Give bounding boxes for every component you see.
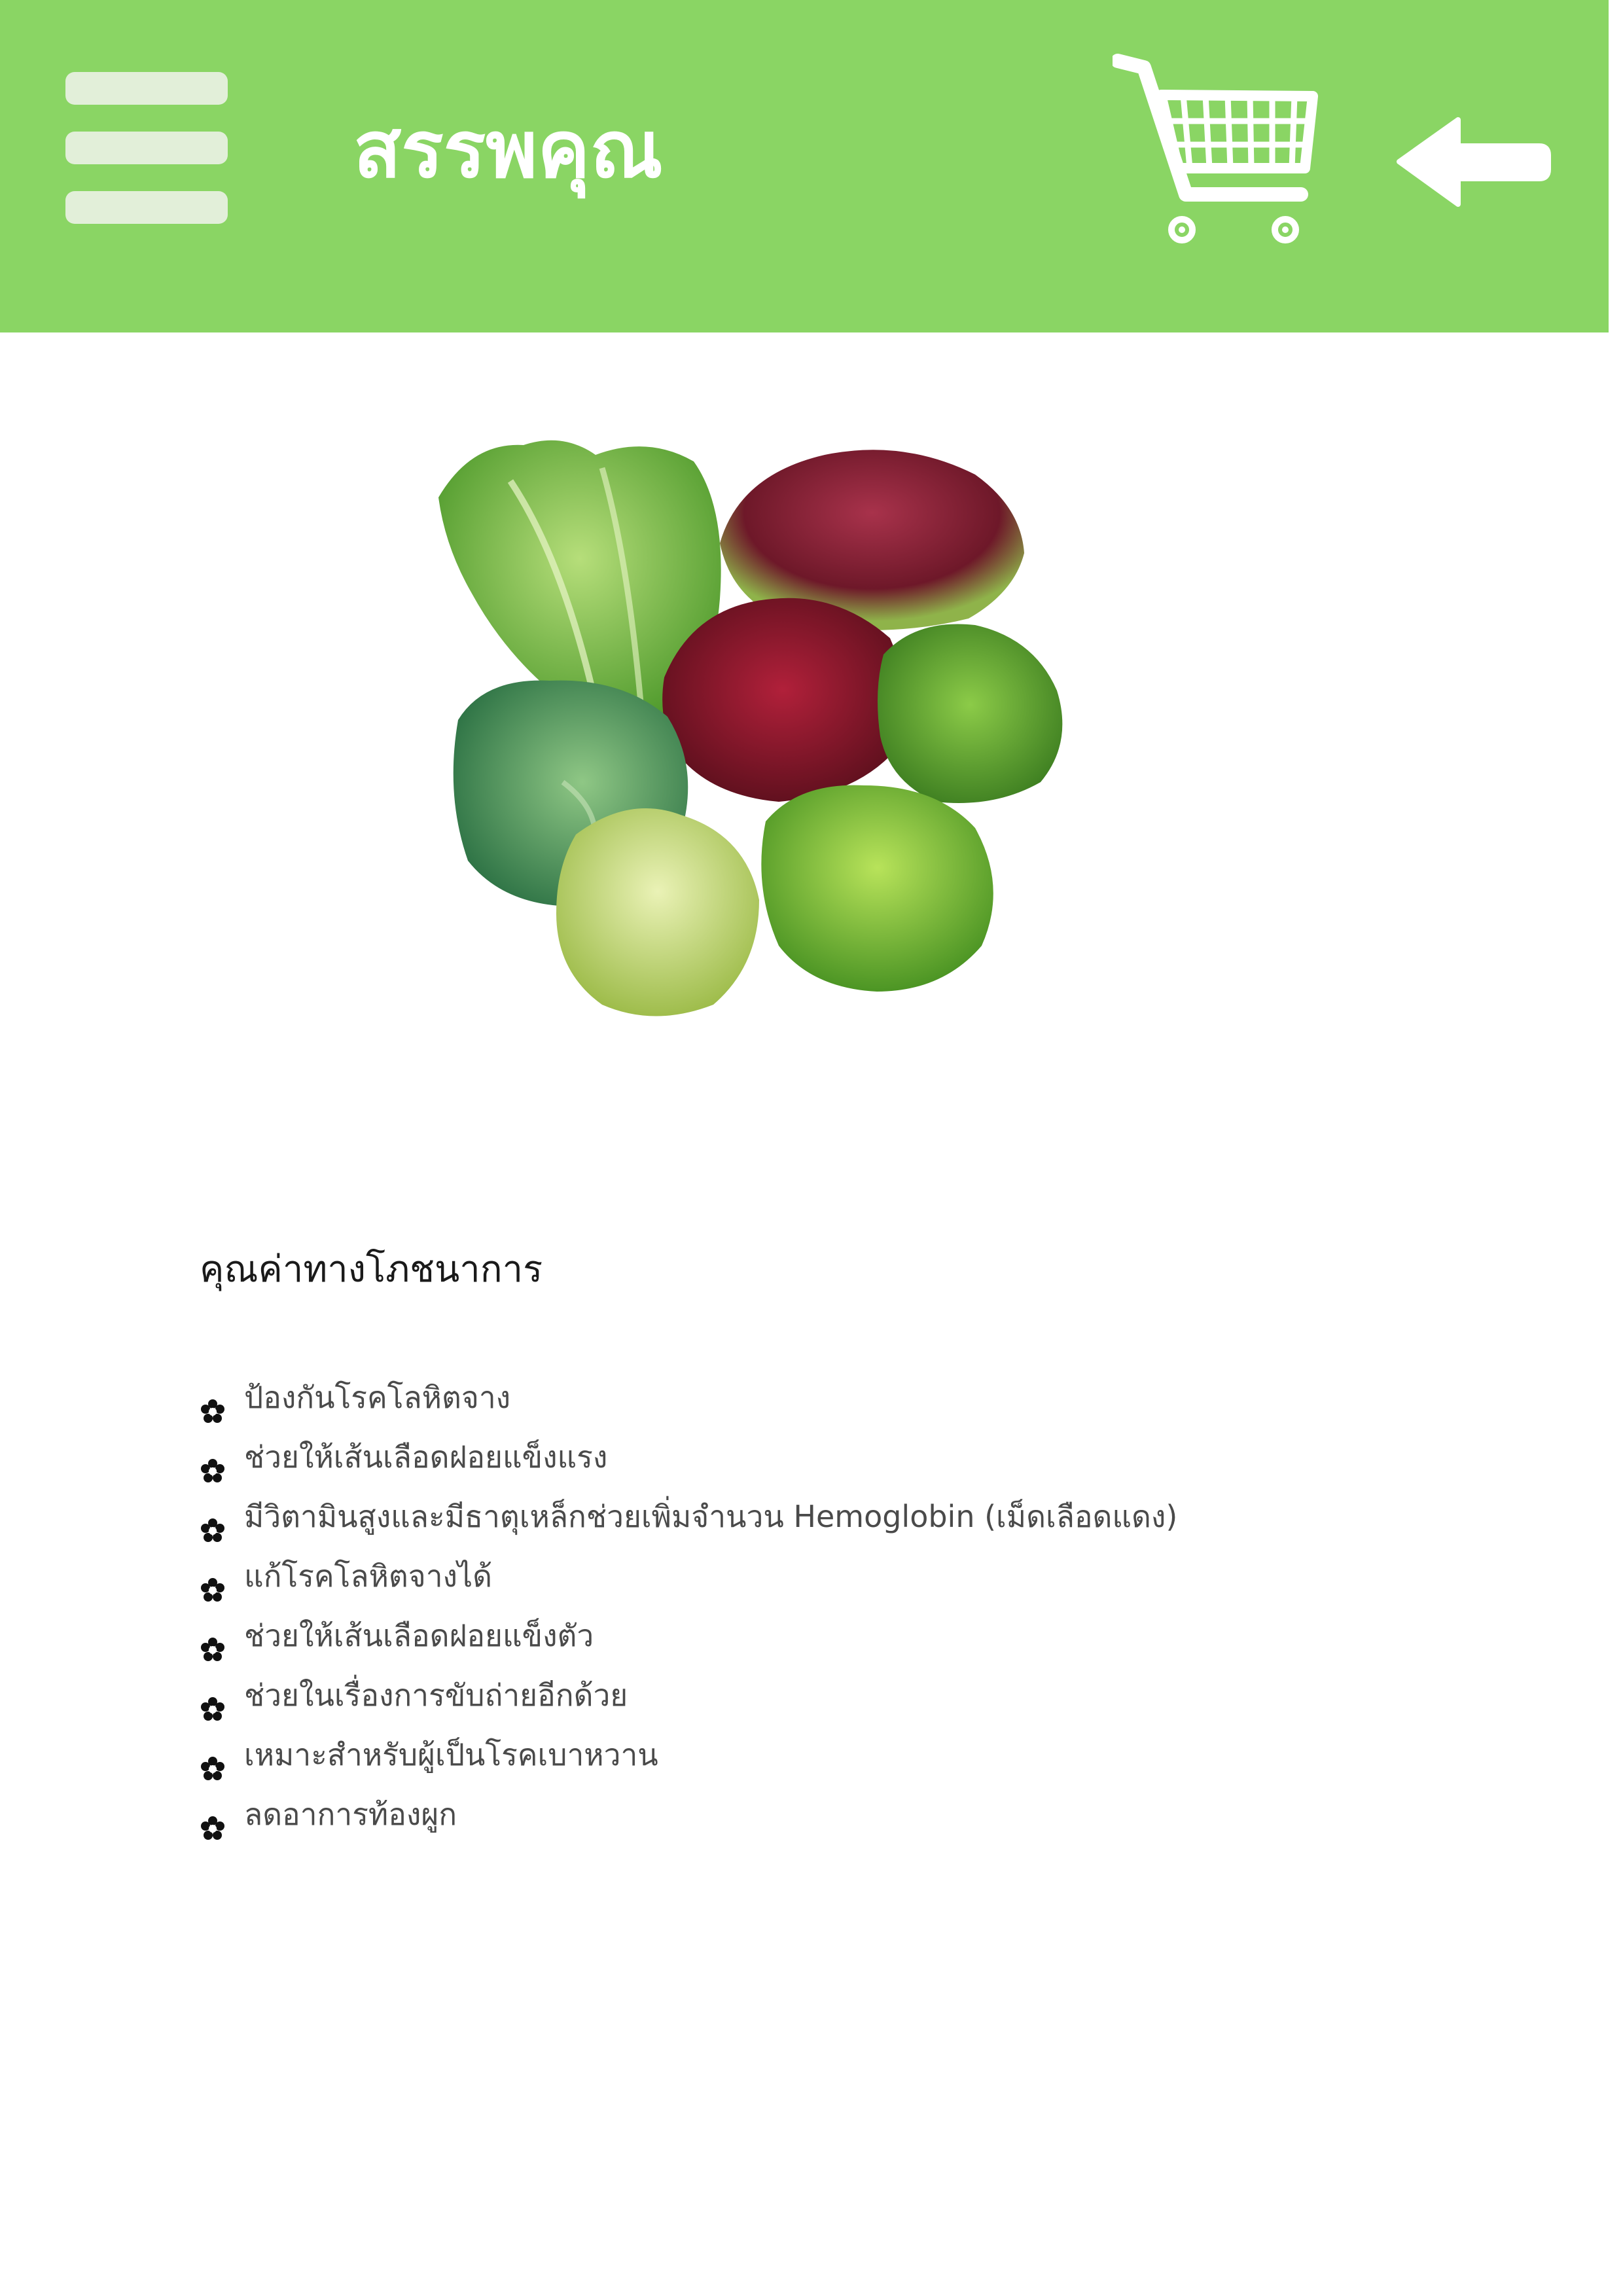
list-item: ช่วยในเรื่องการขับถ่ายอีกด้วย [200, 1666, 1177, 1725]
list-item-text: ช่วยในเรื่องการขับถ่ายอีกด้วย [244, 1677, 628, 1713]
lettuce-varieties-image [432, 429, 1178, 1034]
flower-bullet-icon [200, 1564, 226, 1602]
list-item-text: มีวิตามินสูงและมีธาตุเหล็กช่วยเพิ่มจำนวน… [244, 1499, 1178, 1534]
list-item-text: เหมาะสำหรับผู้เป็นโรคเบาหวาน [244, 1737, 658, 1772]
nutrition-section: คุณค่าทางโภชนาการ ป้องกันโรคโลหิตจางช่วย… [200, 1244, 1443, 1840]
arrow-left-icon [1397, 117, 1551, 207]
list-item: แก้โรคโลหิตจางได้ [200, 1547, 1177, 1606]
menu-bar [65, 191, 228, 224]
page: สรรพคุณ คุณค่าทางโภชนาการ ป้องกันโรคโลหิ… [0, 0, 1609, 2296]
cart-button[interactable] [1111, 49, 1322, 245]
hamburger-menu-button[interactable] [65, 72, 228, 224]
app-header: สรรพคุณ [0, 0, 1609, 332]
flower-bullet-icon [200, 1623, 226, 1661]
menu-bar [65, 72, 228, 105]
shopping-cart-icon [1111, 54, 1318, 243]
list-item-text: ป้องกันโรคโลหิตจาง [244, 1380, 511, 1415]
list-item-text: ช่วยให้เส้นเลือดฝอยแข็งตัว [244, 1618, 594, 1653]
page-title: สรรพคุณ [353, 105, 663, 196]
list-item-text: ช่วยให้เส้นเลือดฝอยแข็งแรง [244, 1439, 608, 1475]
benefits-list: ป้องกันโรคโลหิตจางช่วยให้เส้นเลือดฝอยแข็… [200, 1368, 1177, 1844]
list-item-text: ลดอาการท้องผูก [244, 1797, 457, 1832]
menu-bar [65, 132, 228, 164]
list-item-text: แก้โรคโลหิตจางได้ [244, 1558, 493, 1594]
flower-bullet-icon [200, 1504, 226, 1542]
back-button[interactable] [1394, 115, 1551, 209]
list-item: มีวิตามินสูงและมีธาตุเหล็กช่วยเพิ่มจำนวน… [200, 1487, 1177, 1547]
list-item: ช่วยให้เส้นเลือดฝอยแข็งแรง [200, 1427, 1177, 1487]
list-item: ลดอาการท้องผูก [200, 1785, 1177, 1844]
section-heading: คุณค่าทางโภชนาการ [200, 1248, 543, 1291]
flower-bullet-icon [200, 1742, 226, 1780]
list-item: ป้องกันโรคโลหิตจาง [200, 1368, 1177, 1427]
list-item: ช่วยให้เส้นเลือดฝอยแข็งตัว [200, 1606, 1177, 1666]
flower-bullet-icon [200, 1683, 226, 1721]
flower-bullet-icon [200, 1385, 226, 1423]
list-item: เหมาะสำหรับผู้เป็นโรคเบาหวาน [200, 1725, 1177, 1785]
flower-bullet-icon [200, 1802, 226, 1840]
flower-bullet-icon [200, 1444, 226, 1482]
